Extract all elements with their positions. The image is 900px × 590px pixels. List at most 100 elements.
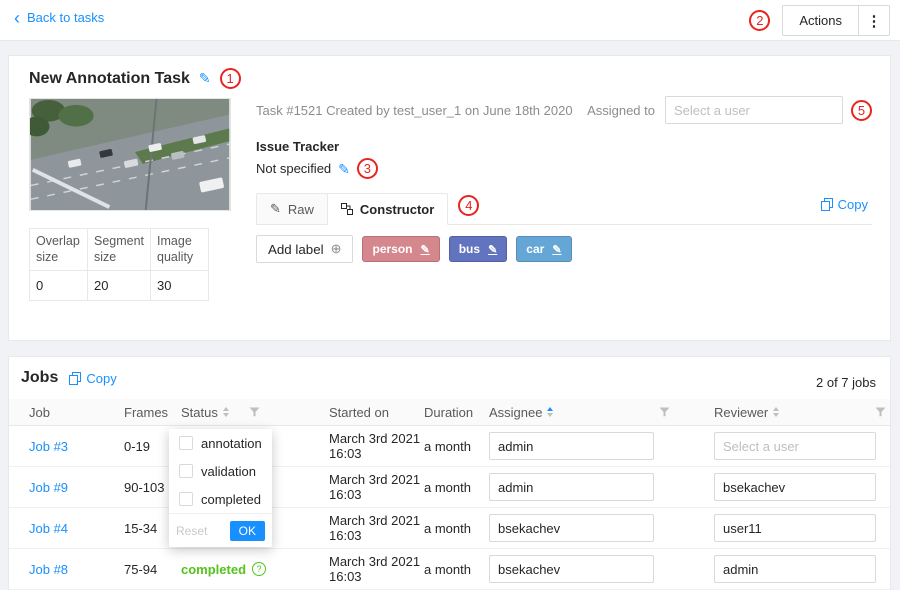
job-status-text: completed [181, 562, 246, 577]
annotation-mark-5: 5 [851, 100, 872, 121]
column-started-on: Started on [329, 405, 424, 420]
assignee-filter-icon[interactable] [659, 407, 670, 417]
annotation-mark-1: 1 [220, 68, 241, 89]
column-frames: Frames [124, 405, 181, 420]
job-row: Job #9 90-103 March 3rd 2021 16:03 a mon… [9, 467, 890, 508]
filter-ok-button[interactable]: OK [230, 521, 265, 541]
task-card: New Annotation Task ✎ 1 [8, 55, 891, 341]
tab-constructor[interactable]: Constructor [327, 193, 448, 225]
edit-issue-tracker-icon[interactable]: ✎ [338, 159, 350, 179]
filter-dropdown-footer: Reset OK [169, 513, 272, 547]
sort-carets-icon[interactable] [773, 407, 779, 417]
jobs-table-header: Job Frames Status Started on Duration As… [9, 399, 890, 426]
reviewer-filter-icon[interactable] [875, 407, 886, 417]
job-assignee-input[interactable] [489, 514, 654, 542]
copy-jobs-link[interactable]: Copy [69, 371, 116, 386]
constructor-icon [341, 203, 353, 215]
task-meta-text: Task #1521 Created by test_user_1 on Jun… [256, 103, 579, 118]
back-to-tasks-link[interactable]: ‹ Back to tasks [14, 10, 104, 25]
job-link[interactable]: Job #8 [29, 562, 124, 577]
edit-label-icon[interactable]: ✎ [552, 243, 561, 256]
job-row: Job #4 15-34 March 3rd 2021 16:03 a mont… [9, 508, 890, 549]
copy-jobs-label: Copy [86, 371, 116, 386]
filter-option-label: completed [201, 492, 261, 507]
sort-carets-icon[interactable] [223, 407, 229, 417]
filter-option-completed[interactable]: completed [169, 485, 272, 513]
filter-option-validation[interactable]: validation [169, 457, 272, 485]
param-header-overlap: Overlap size [30, 229, 88, 271]
label-tag-car[interactable]: car ✎ [516, 236, 571, 262]
edit-label-icon[interactable]: ✎ [421, 243, 430, 256]
copy-labels-link[interactable]: Copy [821, 197, 868, 212]
assigned-to-label: Assigned to [587, 103, 655, 118]
column-reviewer-label: Reviewer [714, 405, 768, 420]
issue-tracker-value-row: Not specified ✎ 3 [256, 158, 872, 179]
job-assignee-input[interactable] [489, 432, 654, 460]
job-reviewer-input[interactable] [714, 555, 876, 583]
param-value-segment: 20 [88, 271, 151, 301]
jobs-card: Jobs Copy 2 of 7 jobs Job Frames Status [8, 356, 891, 590]
annotation-mark-2: 2 [749, 10, 770, 31]
question-circle-icon[interactable]: ? [252, 562, 266, 576]
annotation-mark-4: 4 [458, 195, 479, 216]
filter-option-label: annotation [201, 436, 262, 451]
job-reviewer-input[interactable] [714, 432, 876, 460]
job-link[interactable]: Job #4 [29, 521, 124, 536]
add-label-button[interactable]: Add label ⊕ [256, 235, 353, 263]
param-header-quality: Image quality [151, 229, 209, 271]
labels-tabs: ✎ Raw Constructor 4 [256, 193, 872, 225]
actions-area: 2 Actions ⋮ [749, 5, 890, 36]
task-meta-row: Task #1521 Created by test_user_1 on Jun… [256, 96, 872, 124]
job-reviewer-input[interactable] [714, 514, 876, 542]
param-header-segment: Segment size [88, 229, 151, 271]
job-link[interactable]: Job #9 [29, 480, 124, 495]
checkbox-icon[interactable] [179, 492, 193, 506]
issue-tracker-block: Issue Tracker Not specified ✎ 3 [256, 138, 872, 179]
edit-label-icon[interactable]: ✎ [488, 243, 497, 256]
actions-button[interactable]: Actions [782, 5, 859, 36]
job-frames: 75-94 [124, 562, 181, 577]
job-reviewer-input[interactable] [714, 473, 876, 501]
column-status[interactable]: Status [181, 405, 329, 420]
job-link[interactable]: Job #3 [29, 439, 124, 454]
checkbox-icon[interactable] [179, 464, 193, 478]
issue-tracker-value: Not specified [256, 159, 331, 179]
job-assignee-input[interactable] [489, 555, 654, 583]
label-tag-bus[interactable]: bus ✎ [449, 236, 508, 262]
filter-reset-button[interactable]: Reset [176, 524, 207, 538]
add-label-text: Add label [268, 242, 324, 257]
job-assignee-input[interactable] [489, 473, 654, 501]
top-bar: ‹ Back to tasks 2 Actions ⋮ [0, 0, 900, 41]
label-tag-person[interactable]: person ✎ [362, 236, 439, 262]
job-duration: a month [424, 439, 489, 454]
tab-constructor-label: Constructor [360, 202, 434, 217]
edit-title-icon[interactable]: ✎ [199, 70, 211, 87]
more-menu-button[interactable]: ⋮ [858, 5, 890, 36]
task-assignee-input[interactable] [665, 96, 843, 124]
job-row: Job #8 75-94 completed ? March 3rd 2021 … [9, 549, 890, 590]
column-assignee[interactable]: Assignee [489, 405, 714, 420]
task-title: New Annotation Task [29, 70, 190, 88]
task-details: Task #1521 Created by test_user_1 on Jun… [256, 96, 872, 263]
column-reviewer[interactable]: Reviewer [714, 405, 890, 420]
sort-carets-icon[interactable] [547, 407, 553, 417]
job-started: March 3rd 2021 16:03 [329, 513, 424, 543]
status-filter-icon[interactable] [249, 407, 260, 417]
copy-icon [69, 372, 81, 385]
vertical-dots-icon: ⋮ [867, 12, 882, 30]
job-started: March 3rd 2021 16:03 [329, 431, 424, 461]
pencil-icon: ✎ [270, 201, 281, 217]
tab-raw-label: Raw [288, 202, 314, 217]
filter-option-annotation[interactable]: annotation [169, 429, 272, 457]
jobs-header: Jobs Copy [21, 369, 117, 387]
job-started: March 3rd 2021 16:03 [329, 554, 424, 584]
job-duration: a month [424, 480, 489, 495]
checkbox-icon[interactable] [179, 436, 193, 450]
actions-button-group: Actions ⋮ [782, 5, 890, 36]
task-thumbnail [29, 98, 231, 211]
column-assignee-label: Assignee [489, 405, 542, 420]
filter-option-label: validation [201, 464, 256, 479]
status-filter-dropdown: annotation validation completed Reset OK [169, 429, 272, 547]
param-value-overlap: 0 [30, 271, 88, 301]
tab-raw[interactable]: ✎ Raw [256, 193, 328, 224]
